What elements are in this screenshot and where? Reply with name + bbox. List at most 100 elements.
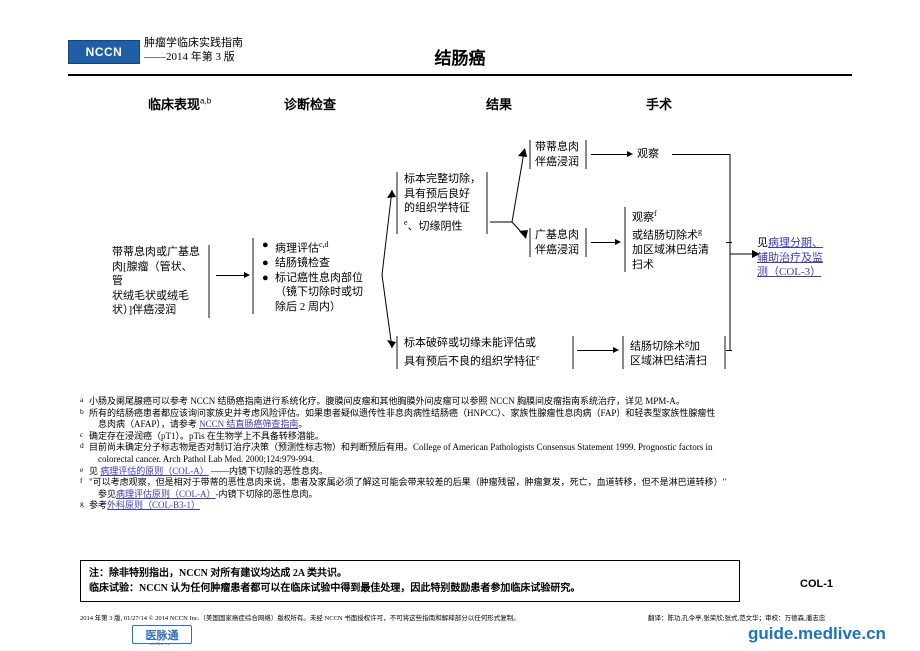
- footnote-b-indent: 息肉病（AFAP），请参考 NCCN 结直肠癌筛查指南。: [89, 419, 870, 431]
- arrow-pedunculated-to-observe-line: [591, 154, 629, 155]
- arrow-pedunculated-to-observe-head: [627, 150, 633, 157]
- node-sessile-polyp: 广基息肉 伴癌浸润: [529, 228, 587, 257]
- node-finding-unfavorable-body: 标本破碎或切缘未能评估或 具有预后不良的组织学特征e: [396, 336, 574, 369]
- list-item: ● 结肠镜检查: [262, 256, 384, 271]
- node-bar-left: [529, 140, 531, 169]
- node-bar-right: [585, 140, 587, 169]
- node-workup-item-0-sup: c,d: [319, 240, 329, 249]
- footnote-b-indent-tail: 。: [298, 419, 308, 430]
- node-workup-item-1: 结肠镜检查: [275, 257, 330, 270]
- line-treatment2-to-rail: [726, 242, 732, 243]
- node-colectomy: 结肠切除术g加 区域淋巴结清扫: [622, 336, 726, 369]
- column-header-clinical-sup: a,b: [200, 96, 212, 106]
- line-observe-to-rail: [672, 154, 730, 155]
- node-finding-unfavorable-text: 标本破碎或切缘未能评估或 具有预后不良的组织学特征: [404, 337, 536, 368]
- node-observe-or-colectomy-line2: 或结肠切除术: [632, 229, 698, 242]
- document-header: NCCN 肿瘤学临床实践指南 ——2014 年第 3 版 结肠癌: [0, 0, 920, 78]
- column-header-clinical: 临床表现a,b: [148, 94, 211, 113]
- node-finding-unfavorable: 标本破碎或切缘未能评估或 具有预后不良的组织学特征e: [396, 336, 574, 369]
- node-bar-right: [486, 172, 488, 234]
- page-code: COL-1: [800, 578, 833, 590]
- node-bar-right: [208, 245, 210, 318]
- footnote-b-text: 所有的结肠癌患者都应该询问家族史并考虑风险评估。如果患者疑似遗传性非息肉病性结肠…: [89, 407, 716, 418]
- node-finding-favorable: 标本完整切除， 具有预后良好 的组织学特征e、切缘阴性: [396, 172, 488, 234]
- footnote-e-link[interactable]: 病理评估的原则（COL-A）: [100, 466, 209, 476]
- footnote-e-prefix: 见: [89, 465, 101, 476]
- footnote-f: f "可以考虑观察，但是相对于带蒂的恶性息肉来说，患者及家属必须了解这可能会带来…: [80, 476, 870, 501]
- node-observe-or-colectomy-line2-wrap: 或结肠切除术g: [632, 225, 722, 243]
- footer-translators: 翻译：陈功,孔令亭,张荣欣;张式,范文华；审校：万德森,潘志忠: [648, 615, 826, 622]
- node-finding-unfavorable-sup: e: [536, 352, 540, 362]
- footnote-c: c 确定存在浸润癌（pT1）。pTis 在生物学上不具备转移潜能。: [80, 429, 870, 443]
- arrow-clinical-to-workup-head: [244, 271, 250, 278]
- line-colectomy-to-rail: [726, 350, 732, 351]
- node-observe-or-colectomy: 观察f 或结肠切除术g 加区域淋巴结清 扫术: [624, 207, 722, 273]
- column-header-surgery: 手术: [646, 97, 673, 112]
- node-observe-or-colectomy-body: 观察f 或结肠切除术g 加区域淋巴结清 扫术: [624, 207, 722, 272]
- footnote-b: b 所有的结肠癌患者都应该询问家族史并考虑风险评估。如果患者疑似遗传性非息肉病性…: [80, 407, 870, 431]
- footnote-e-marker: e: [80, 464, 84, 474]
- node-bar-left: [396, 336, 398, 369]
- node-colectomy-text: 结肠切除术: [630, 340, 685, 353]
- footnote-f-link[interactable]: 病理评估原则（COL-A）: [116, 489, 216, 499]
- node-bar-left: [252, 238, 254, 315]
- arrow-unfavorable-to-colectomy-head: [613, 346, 619, 353]
- footnote-a: a 小肠及阑尾腺癌可以参考 NCCN 结肠癌指南进行系统化疗。腹膜间皮瘤和其他胸…: [80, 395, 870, 408]
- node-observe-or-colectomy-line3: 加区域淋巴结清 扫术: [632, 244, 709, 271]
- column-header-workup: 诊断检查: [284, 97, 337, 112]
- node-observe-or-colectomy-line1-wrap: 观察f: [632, 207, 722, 225]
- node-workup-list: ● 病理评估c,d ● 结肠镜检查 ● 标记癌性息肉部位 （镜下切除时或切 除后…: [252, 238, 384, 314]
- footnote-a-text: 小肠及阑尾腺癌可以参考 NCCN 结肠癌指南进行系统化疗。腹膜间皮瘤和其他胸膜外…: [89, 396, 685, 406]
- node-observe-or-colectomy-line1-sup: f: [654, 209, 657, 218]
- node-finding-favorable-text2: 、切缘阴性: [407, 220, 463, 233]
- footnote-g-link[interactable]: 外科原则（COL-B3-1）: [107, 500, 200, 510]
- footnote-c-marker: c: [80, 429, 84, 439]
- footnote-f-indent-prefix: 参见: [98, 488, 117, 499]
- node-bar-right: [572, 336, 574, 369]
- footnote-d-marker: d: [80, 441, 84, 451]
- medlive-logo-sub: medlive.cn: [150, 641, 170, 646]
- node-bar-right: [724, 336, 726, 369]
- note-box-line2: 临床试验：NCCN 认为任何肿瘤患者都可以在临床试验中得到最佳处理，因此特别鼓励…: [89, 583, 581, 594]
- document-page: NCCN 肿瘤学临床实践指南 ——2014 年第 3 版 结肠癌 临床表现a,b…: [0, 0, 920, 651]
- footnote-f-indent-suffix: -内镜下切除的恶性息肉。: [215, 488, 318, 499]
- list-item: ● 标记癌性息肉部位 （镜下切除时或切 除后 2 周内）: [262, 271, 384, 315]
- bullet-icon: ●: [262, 257, 269, 270]
- footnote-b-link[interactable]: NCCN 结直肠癌筛查指南: [199, 419, 298, 429]
- arrow-clinical-to-workup-line: [216, 275, 246, 276]
- footnote-e: e 见 病理评估的原则（COL-A） ——内镜下切除的恶性息肉。: [80, 464, 870, 478]
- node-bar-right: [585, 228, 587, 257]
- page-title: 结肠癌: [434, 49, 486, 68]
- footnote-d-indent: colorectal cancer. Arch Pathol Lab Med. …: [98, 453, 315, 464]
- node-outcome-link[interactable]: 见病理分期、 辅助治疗及监 测（COL-3）: [757, 236, 877, 280]
- footnote-g-marker: g: [80, 499, 84, 509]
- footer-copyright: 2014 年第 3 版, 01/27/14 © 2014 NCCN Inc.（美…: [80, 615, 520, 622]
- note-box-line1: 注：除非特别指出，NCCN 对所有建议均达成 2A 类共识。: [89, 568, 348, 579]
- note-box: 注：除非特别指出，NCCN 对所有建议均达成 2A 类共识。 临床试验：NCCN…: [80, 560, 740, 602]
- footnote-f-indent: 参见病理评估原则（COL-A）-内镜下切除的恶性息肉。: [89, 489, 870, 501]
- footnote-b-indent-text: 息肉病（AFAP），请参考: [98, 419, 200, 430]
- node-observe-or-colectomy-line1: 观察: [632, 211, 654, 224]
- footnote-f-marker: f: [80, 476, 83, 486]
- node-pedunculated-polyp: 带蒂息肉 伴癌浸润: [529, 140, 587, 169]
- footnote-e-suffix: ——内镜下切除的恶性息肉。: [208, 465, 329, 476]
- node-sessile-polyp-text: 广基息肉 伴癌浸润: [535, 229, 579, 256]
- footnote-a-marker: a: [80, 395, 84, 404]
- node-clinical-presentation: 带蒂息肉或广基息 肉[腺瘤（管状、管 状绒毛状或绒毛 状）]伴癌浸润: [112, 245, 210, 318]
- footnote-g-prefix: 参考: [89, 500, 108, 511]
- footnote-g: g 参考外科原则（COL-B3-1）: [80, 499, 870, 512]
- node-clinical-presentation-text: 带蒂息肉或广基息 肉[腺瘤（管状、管 状绒毛状或绒毛 状）]伴癌浸润: [112, 246, 200, 316]
- list-item: ● 病理评估c,d: [262, 238, 384, 256]
- guide-url[interactable]: guide.medlive.cn: [748, 624, 886, 644]
- footnote-c-text: 确定存在浸润癌（pT1）。pTis 在生物学上不具备转移潜能。: [89, 430, 324, 441]
- node-pedunculated-polyp-text: 带蒂息肉 伴癌浸润: [535, 141, 579, 168]
- node-workup: ● 病理评估c,d ● 结肠镜检查 ● 标记癌性息肉部位 （镜下切除时或切 除后…: [252, 238, 384, 315]
- arrow-unfavorable-to-colectomy-line: [577, 350, 615, 351]
- bullet-icon: ●: [262, 239, 269, 251]
- node-workup-item-2: 标记癌性息肉部位 （镜下切除时或切 除后 2 周内）: [275, 271, 363, 313]
- footnote-d-text: 目前尚未确定分子标志物是否对制订治疗决策（预测性标志物）和判断预后有用。Coll…: [89, 442, 713, 453]
- node-bar-left: [622, 336, 624, 369]
- node-bar-left: [396, 172, 398, 234]
- node-observe-or-colectomy-line2-sup: g: [698, 227, 702, 237]
- bullet-icon: ●: [262, 271, 269, 284]
